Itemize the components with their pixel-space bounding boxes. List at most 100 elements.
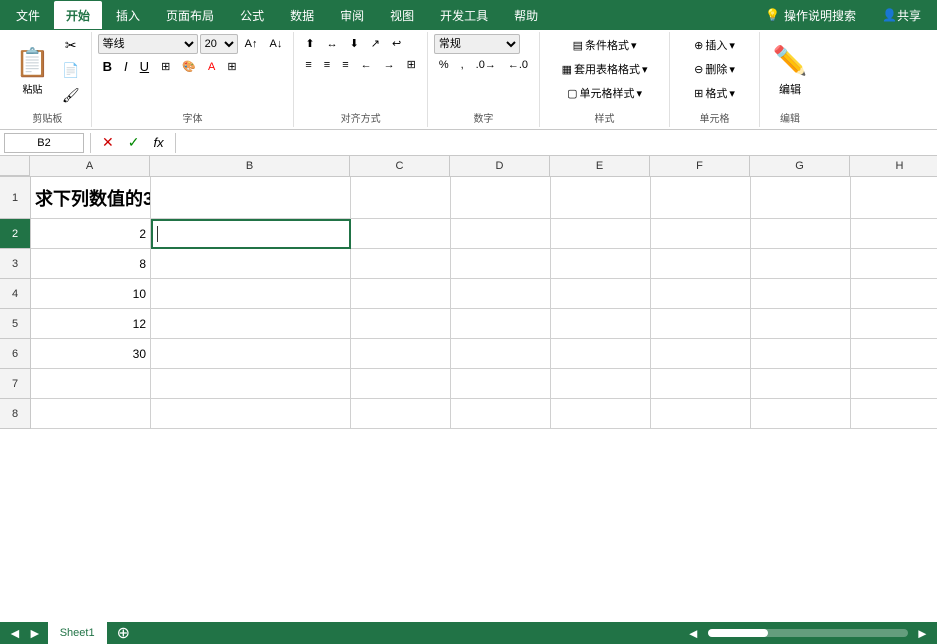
scroll-right-button[interactable]: ► bbox=[916, 626, 929, 641]
cell-c6[interactable] bbox=[351, 339, 451, 369]
col-header-b[interactable]: B bbox=[150, 156, 350, 176]
format-painter-button[interactable]: 🖌 bbox=[57, 84, 85, 107]
cell-e6[interactable] bbox=[551, 339, 651, 369]
cell-b5[interactable] bbox=[151, 309, 351, 339]
cell-g7[interactable] bbox=[751, 369, 851, 399]
cell-d4[interactable] bbox=[451, 279, 551, 309]
add-sheet-button[interactable]: ⊕ bbox=[117, 623, 130, 643]
paste-button[interactable]: 📋 粘贴 bbox=[10, 38, 55, 104]
tab-home[interactable]: 开始 bbox=[54, 1, 102, 29]
cell-f6[interactable] bbox=[651, 339, 751, 369]
cell-d8[interactable] bbox=[451, 399, 551, 429]
cell-a7[interactable] bbox=[31, 369, 151, 399]
cell-h2[interactable] bbox=[851, 219, 937, 249]
cell-g4[interactable] bbox=[751, 279, 851, 309]
cell-d1[interactable] bbox=[451, 177, 551, 219]
cell-e8[interactable] bbox=[551, 399, 651, 429]
align-left-button[interactable]: ≡ bbox=[300, 55, 316, 74]
cell-d2[interactable] bbox=[451, 219, 551, 249]
tab-review[interactable]: 审阅 bbox=[328, 1, 376, 29]
cell-c2[interactable] bbox=[351, 219, 451, 249]
cell-d3[interactable] bbox=[451, 249, 551, 279]
delete-cells-button[interactable]: ⊖ 删除 ▾ bbox=[689, 58, 740, 80]
scroll-left-button[interactable]: ◄ bbox=[687, 626, 700, 641]
col-header-h[interactable]: H bbox=[850, 156, 937, 176]
decrease-indent-button[interactable]: ← bbox=[356, 55, 377, 74]
row-num-6[interactable]: 6 bbox=[0, 339, 30, 369]
font-more-button[interactable]: ⊞ bbox=[222, 57, 241, 76]
increase-indent-button[interactable]: → bbox=[379, 55, 400, 74]
cell-h4[interactable] bbox=[851, 279, 937, 309]
row-num-5[interactable]: 5 bbox=[0, 309, 30, 339]
number-format-selector[interactable]: 常规 bbox=[434, 34, 520, 54]
cell-f1[interactable] bbox=[651, 177, 751, 219]
tab-view[interactable]: 视图 bbox=[378, 1, 426, 29]
cell-g1[interactable] bbox=[751, 177, 851, 219]
merge-cells-button[interactable]: ⊞ bbox=[402, 55, 421, 74]
cell-e7[interactable] bbox=[551, 369, 651, 399]
percent-button[interactable]: % bbox=[434, 56, 454, 74]
cell-f7[interactable] bbox=[651, 369, 751, 399]
cell-f4[interactable] bbox=[651, 279, 751, 309]
col-header-e[interactable]: E bbox=[550, 156, 650, 176]
thousands-button[interactable]: , bbox=[456, 56, 469, 74]
font-color-button[interactable]: A bbox=[203, 58, 220, 76]
row-num-3[interactable]: 3 bbox=[0, 249, 30, 279]
fx-button[interactable]: fx bbox=[148, 132, 168, 153]
col-header-f[interactable]: F bbox=[650, 156, 750, 176]
cell-b6[interactable] bbox=[151, 339, 351, 369]
cell-b3[interactable] bbox=[151, 249, 351, 279]
cell-b8[interactable] bbox=[151, 399, 351, 429]
cell-reference-box[interactable]: B2 bbox=[4, 133, 84, 153]
tab-data[interactable]: 数据 bbox=[278, 1, 326, 29]
table-format-button[interactable]: ▦ 套用表格格式 ▾ bbox=[557, 58, 653, 80]
cell-g8[interactable] bbox=[751, 399, 851, 429]
cell-c4[interactable] bbox=[351, 279, 451, 309]
cell-f8[interactable] bbox=[651, 399, 751, 429]
col-header-d[interactable]: D bbox=[450, 156, 550, 176]
cell-style-button[interactable]: ▢ 单元格样式 ▾ bbox=[557, 82, 653, 104]
tab-layout[interactable]: 页面布局 bbox=[154, 1, 226, 29]
align-right-button[interactable]: ≡ bbox=[337, 55, 353, 74]
col-header-a[interactable]: A bbox=[30, 156, 150, 176]
align-center-button[interactable]: ≡ bbox=[319, 55, 335, 74]
format-cells-button[interactable]: ⊞ 格式 ▾ bbox=[689, 82, 740, 104]
cell-e1[interactable] bbox=[551, 177, 651, 219]
align-middle-button[interactable]: ↔ bbox=[322, 34, 343, 53]
cell-a3[interactable]: 8 bbox=[31, 249, 151, 279]
cell-e4[interactable] bbox=[551, 279, 651, 309]
cell-f2[interactable] bbox=[651, 219, 751, 249]
horizontal-scrollbar[interactable] bbox=[708, 629, 908, 637]
cell-b7[interactable] bbox=[151, 369, 351, 399]
cancel-formula-button[interactable]: ✕ bbox=[97, 131, 119, 154]
tab-insert[interactable]: 插入 bbox=[104, 1, 152, 29]
wrap-text-button[interactable]: ↩ bbox=[387, 34, 406, 53]
conditional-format-button[interactable]: ▤ 条件格式 ▾ bbox=[557, 34, 653, 56]
font-name-selector[interactable]: 等线 bbox=[98, 34, 198, 54]
increase-font-button[interactable]: A↑ bbox=[240, 35, 263, 53]
cell-d7[interactable] bbox=[451, 369, 551, 399]
font-size-selector[interactable]: 20 bbox=[200, 34, 238, 54]
tab-formula[interactable]: 公式 bbox=[228, 1, 276, 29]
cell-g5[interactable] bbox=[751, 309, 851, 339]
row-num-2[interactable]: 2 bbox=[0, 219, 30, 249]
align-bottom-button[interactable]: ⬇ bbox=[345, 34, 364, 53]
border-button[interactable]: ⊞ bbox=[156, 57, 175, 76]
row-num-7[interactable]: 7 bbox=[0, 369, 30, 399]
formula-input[interactable] bbox=[182, 133, 933, 153]
cell-c7[interactable] bbox=[351, 369, 451, 399]
increase-decimal-button[interactable]: .0→ bbox=[471, 56, 501, 74]
copy-button[interactable]: 📄 bbox=[57, 59, 85, 82]
cell-a4[interactable]: 10 bbox=[31, 279, 151, 309]
italic-button[interactable]: I bbox=[119, 56, 133, 77]
row-num-8[interactable]: 8 bbox=[0, 399, 30, 429]
underline-button[interactable]: U bbox=[135, 56, 154, 77]
cell-b1[interactable] bbox=[151, 177, 351, 219]
cell-a1[interactable]: 求下列数值的3次幂 bbox=[31, 177, 151, 219]
align-top-button[interactable]: ⬆ bbox=[300, 34, 319, 53]
cell-a8[interactable] bbox=[31, 399, 151, 429]
cell-f5[interactable] bbox=[651, 309, 751, 339]
cell-e3[interactable] bbox=[551, 249, 651, 279]
tab-search[interactable]: 💡 操作说明搜索 bbox=[753, 1, 868, 29]
share-button[interactable]: 👤 共享 bbox=[870, 1, 933, 29]
